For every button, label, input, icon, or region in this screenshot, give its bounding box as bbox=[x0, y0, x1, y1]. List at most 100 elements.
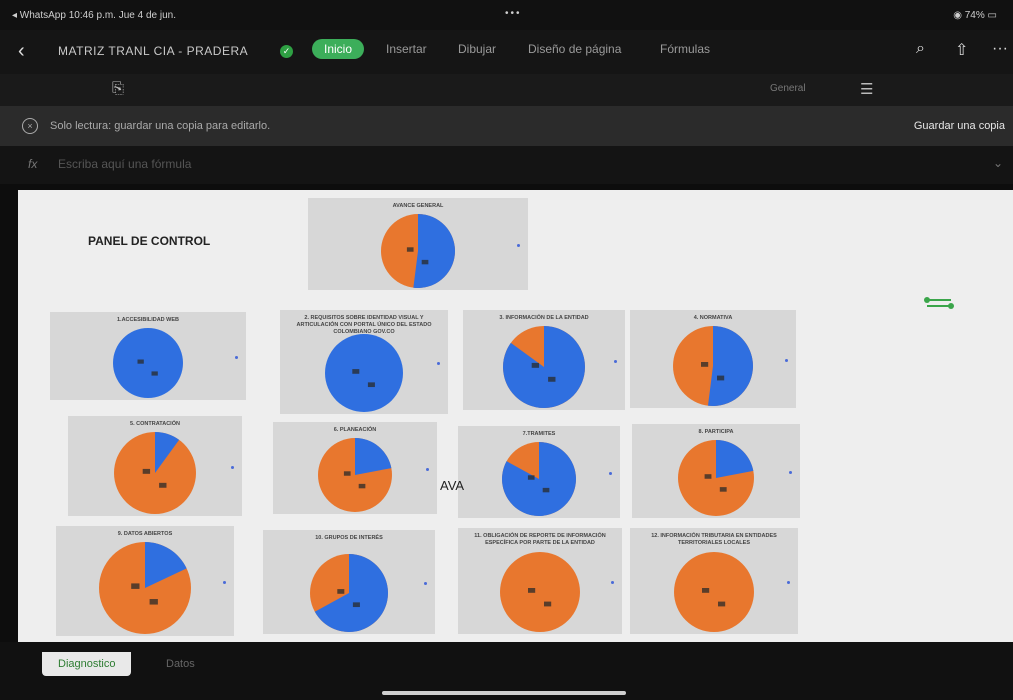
chart-title: 5. CONTRATACIÓN bbox=[130, 421, 180, 427]
status-bar: ◂ WhatsApp 10:46 p.m. Jue 4 de jun. ••• … bbox=[0, 0, 1013, 30]
pie-slice-blue bbox=[413, 214, 455, 288]
data-label bbox=[137, 359, 144, 364]
data-label bbox=[718, 601, 726, 607]
legend-marker bbox=[787, 581, 790, 584]
pie-chart bbox=[502, 442, 576, 516]
battery-level: 74% bbox=[964, 10, 985, 21]
chart-participa[interactable]: 8. PARTICIPA bbox=[632, 424, 800, 518]
pie-slice-blue bbox=[707, 326, 753, 406]
pie-slice-blue bbox=[325, 334, 403, 412]
chevron-down-icon[interactable]: ⌄ bbox=[993, 156, 1003, 170]
sheet-tab-diagnostico[interactable]: Diagnostico bbox=[42, 652, 132, 676]
status-left: ◂ WhatsApp 10:46 p.m. Jue 4 de jun. bbox=[12, 10, 177, 21]
pie-chart bbox=[325, 334, 403, 412]
chart-grupos-interes[interactable]: 10. GRUPOS DE INTERÉS bbox=[263, 530, 435, 634]
legend-marker bbox=[426, 468, 429, 471]
chart-title: 1.ACCESIBILIDAD WEB bbox=[116, 317, 180, 323]
data-label bbox=[701, 362, 709, 367]
pie-chart bbox=[113, 328, 183, 398]
pie-chart bbox=[500, 552, 580, 632]
pie-slice-blue bbox=[113, 328, 183, 398]
panel-title: PANEL DE CONTROL bbox=[88, 234, 211, 248]
legend-marker bbox=[789, 471, 792, 474]
legend-marker bbox=[614, 360, 617, 363]
fx-icon: fx bbox=[28, 157, 38, 171]
home-indicator[interactable] bbox=[382, 691, 626, 695]
chart-normativa[interactable]: 4. NORMATIVA bbox=[630, 310, 796, 408]
back-icon[interactable]: ‹ bbox=[18, 40, 25, 63]
data-label bbox=[358, 483, 366, 489]
read-only-message: Solo lectura: guardar una copia para edi… bbox=[50, 120, 271, 132]
number-format-select[interactable]: General bbox=[770, 83, 806, 94]
chart-title: 11. OBLIGACIÓN DE REPORTE DE INFORMACIÓN… bbox=[474, 533, 606, 546]
more-icon[interactable]: ··· bbox=[992, 40, 1008, 58]
legend-marker bbox=[437, 362, 440, 365]
read-only-banner: × Solo lectura: guardar una copia para e… bbox=[0, 106, 1013, 146]
chart-avance-general[interactable]: AVANCE GENERAL bbox=[308, 198, 528, 290]
tab-diseno-pagina[interactable]: Diseño de página bbox=[528, 42, 621, 56]
chart-title: 3. INFORMACIÓN DE LA ENTIDAD bbox=[499, 315, 589, 321]
pie-slice-orange bbox=[674, 552, 754, 632]
chart-obligacion-reporte[interactable]: 11. OBLIGACIÓN DE REPORTE DE INFORMACIÓN… bbox=[458, 528, 622, 634]
data-label bbox=[527, 475, 535, 480]
sheet-tab-bar: Diagnostico Datos bbox=[0, 642, 1013, 700]
data-label bbox=[159, 482, 167, 488]
chart-planeacion[interactable]: 6. PLANEACIÓN bbox=[273, 422, 437, 514]
pie-chart bbox=[114, 432, 196, 514]
document-title[interactable]: MATRIZ TRANL CIA - PRADERA bbox=[58, 44, 248, 58]
data-label bbox=[151, 371, 158, 376]
data-label bbox=[548, 376, 556, 382]
save-copy-button[interactable]: Guardar una copia bbox=[914, 120, 1005, 132]
title-bar: ‹ MATRIZ TRANL CIA - PRADERA ✓ Inicio In… bbox=[0, 30, 1013, 74]
chart-informacion-tributaria[interactable]: 12. INFORMACIÓN TRIBUTARIA EN ENTIDADES … bbox=[630, 528, 798, 634]
table-icon[interactable]: ☰ bbox=[860, 80, 873, 98]
tab-inicio[interactable]: Inicio bbox=[312, 39, 365, 59]
close-icon[interactable]: × bbox=[22, 118, 38, 134]
data-label bbox=[149, 599, 158, 605]
chart-informacion-entidad[interactable]: 3. INFORMACIÓN DE LA ENTIDAD bbox=[463, 310, 625, 410]
chart-accesibilidad-web[interactable]: 1.ACCESIBILIDAD WEB bbox=[50, 312, 246, 400]
tab-insertar[interactable]: Insertar bbox=[386, 42, 427, 56]
chart-title: 10. GRUPOS DE INTERÉS bbox=[315, 535, 383, 541]
tab-formulas[interactable]: Fórmulas bbox=[660, 42, 710, 56]
pie-slice-orange bbox=[500, 552, 580, 632]
link-handle-icon[interactable] bbox=[923, 297, 955, 309]
chart-datos-abiertos[interactable]: 9. DATOS ABIERTOS bbox=[56, 526, 234, 636]
tab-dibujar[interactable]: Dibujar bbox=[458, 42, 496, 56]
data-label bbox=[131, 583, 140, 589]
legend-marker bbox=[785, 359, 788, 362]
legend-marker bbox=[231, 466, 234, 469]
legend-marker bbox=[223, 581, 226, 584]
battery-indicator: ◉ 74% ▭ bbox=[953, 10, 997, 21]
share-icon[interactable]: ⇧ bbox=[955, 40, 968, 60]
chart-title: 4. NORMATIVA bbox=[693, 315, 733, 321]
pie-chart bbox=[99, 542, 191, 634]
chart-title: 6. PLANEACIÓN bbox=[333, 427, 377, 433]
pie-chart bbox=[674, 552, 754, 632]
data-label bbox=[421, 259, 429, 265]
pie-chart bbox=[678, 440, 754, 516]
legend-marker bbox=[235, 356, 238, 359]
multitask-dots[interactable]: ••• bbox=[505, 8, 522, 19]
data-label bbox=[367, 382, 375, 388]
formula-input[interactable]: Escriba aquí una fórmula bbox=[58, 157, 191, 171]
chart-tramites[interactable]: 7.TRAMITES bbox=[458, 426, 620, 518]
data-label bbox=[704, 474, 712, 479]
data-label bbox=[406, 247, 414, 252]
data-label bbox=[343, 471, 351, 476]
data-label bbox=[531, 362, 540, 368]
data-label bbox=[528, 588, 536, 593]
legend-marker bbox=[517, 244, 520, 247]
chart-title: AVANCE GENERAL bbox=[392, 203, 444, 209]
search-icon[interactable]: ⌕ bbox=[916, 40, 925, 58]
legend-marker bbox=[609, 472, 612, 475]
chart-title: 7.TRAMITES bbox=[522, 431, 556, 437]
spreadsheet-canvas[interactable]: PANEL DE CONTROL AVANCE GENERAL 1.ACCESI… bbox=[18, 190, 1013, 642]
paste-icon[interactable]: ⎘ bbox=[112, 80, 124, 97]
data-label bbox=[142, 468, 151, 474]
chart-contratacion[interactable]: 5. CONTRATACIÓN bbox=[68, 416, 242, 516]
legend-marker bbox=[611, 581, 614, 584]
data-label bbox=[719, 487, 727, 492]
sheet-tab-datos[interactable]: Datos bbox=[150, 652, 211, 676]
chart-identidad-visual[interactable]: 2. REQUISITOS SOBRE IDENTIDAD VISUAL Y A… bbox=[280, 310, 448, 414]
